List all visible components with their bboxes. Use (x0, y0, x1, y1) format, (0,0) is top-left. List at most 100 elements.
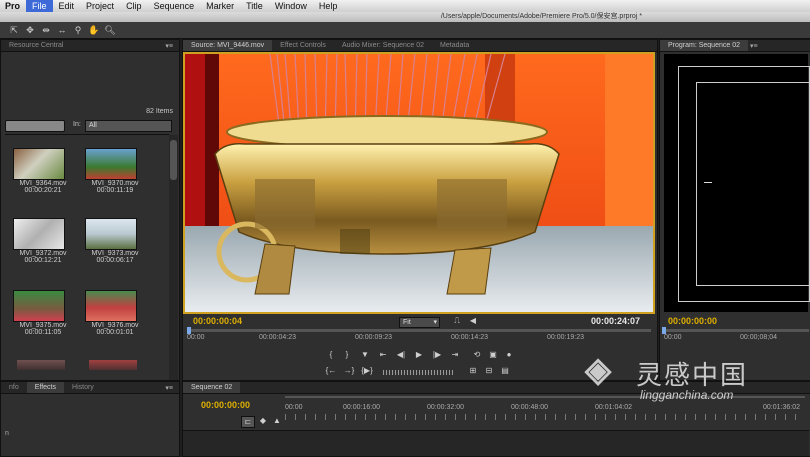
menu-marker[interactable]: Marker (200, 1, 240, 11)
menu-clip[interactable]: Clip (120, 1, 148, 11)
effects-panel: nfo Effects History ▾≡ n (0, 381, 180, 457)
clip-name: MVI_9376.mov (91, 322, 139, 329)
clip-thumbnail (17, 360, 65, 370)
tab-history[interactable]: History (64, 382, 102, 393)
menu-file[interactable]: File (26, 0, 53, 12)
panel-menu-icon[interactable]: ▾≡ (165, 384, 173, 392)
set-marker-icon[interactable]: ▼ (359, 350, 371, 360)
menu-help[interactable]: Help (313, 1, 344, 11)
selection-tool-icon[interactable]: ⇱ (8, 24, 20, 36)
source-playhead[interactable] (187, 327, 191, 334)
timeline-ruler-4: 00:01:04:02 (595, 404, 632, 411)
audio-icon[interactable]: ◀︎ (467, 316, 479, 326)
tab-resource-central[interactable]: Resource Central (1, 40, 71, 51)
panel-menu-icon[interactable]: ▾≡ (165, 42, 173, 50)
menu-window[interactable]: Window (269, 1, 313, 11)
source-ruler-3: 00:00:14:23 (451, 334, 488, 341)
app-menu[interactable]: Pro (0, 1, 26, 11)
track-select-icon[interactable]: ✥ (24, 24, 36, 36)
snap-icon[interactable]: ⊏ (241, 416, 255, 428)
go-to-in-icon[interactable]: ⇤ (377, 350, 389, 360)
program-scrub-bar[interactable] (662, 329, 809, 332)
insert-icon[interactable]: ⊞ (467, 366, 479, 376)
add-marker-icon[interactable]: ◆ (257, 416, 269, 426)
menu-title[interactable]: Title (240, 1, 269, 11)
clip-item[interactable]: MVI_9372.mov 00:00:12:21 (13, 218, 73, 264)
hand-icon[interactable]: ✋ (88, 24, 100, 36)
menu-bar: Pro File Edit Project Clip Sequence Mark… (0, 0, 810, 12)
mark-out-icon[interactable]: } (341, 350, 353, 360)
watermark-url: lingganchina.com (640, 388, 734, 402)
center-cross (704, 182, 712, 183)
play-in-to-out-icon[interactable]: {▶} (361, 366, 373, 376)
clip-duration: 00:00:20:21 (24, 187, 62, 194)
window-title-bar: /Users/apple/Documents/Adobe/Premiere Pr… (0, 12, 810, 22)
tab-effects[interactable]: Effects (26, 382, 65, 393)
clip-thumbnail (85, 218, 137, 250)
marker-icon[interactable]: ⎍ (451, 316, 463, 326)
menu-edit[interactable]: Edit (53, 1, 81, 11)
jog-shuttle[interactable] (383, 370, 453, 375)
timeline-ruler-1: 00:00:16:00 (343, 404, 380, 411)
play-icon[interactable]: ▶ (413, 350, 425, 360)
clip-item[interactable]: MVI_9376.mov 00:00:01:01 (85, 290, 145, 336)
source-current-time[interactable]: 00:00:00:04 (193, 316, 242, 326)
step-forward-icon[interactable]: |▶ (431, 350, 443, 360)
source-ruler-4: 00:00:19:23 (547, 334, 584, 341)
zoom-icon[interactable]: 🔍︎ (104, 24, 116, 36)
source-scrub-bar[interactable] (187, 329, 651, 332)
tab-sequence-02[interactable]: Sequence 02 (183, 382, 241, 393)
output-icon[interactable]: ● (503, 350, 515, 360)
clip-thumbnail (89, 360, 137, 370)
mark-in-icon[interactable]: { (325, 350, 337, 360)
tools-bar: ⇱ ✥ ⇹ ↔ ⚲ ✋ 🔍︎ (0, 22, 810, 39)
export-frame-icon[interactable]: ▤ (499, 366, 511, 376)
panel-menu-icon[interactable]: ▾≡ (750, 42, 758, 50)
fit-select[interactable]: Fit ▾ (399, 317, 440, 328)
clip-item[interactable]: MVI_9364.mov 00:00:20:21 (13, 148, 73, 194)
tab-source[interactable]: Source: MVI_9446.mov (183, 40, 273, 51)
clip-item[interactable]: MVI_9370.mov 00:00:11:19 (85, 148, 145, 194)
tab-program[interactable]: Program: Sequence 02 (660, 40, 748, 51)
menu-project[interactable]: Project (80, 1, 120, 11)
set-encore-marker-icon[interactable]: ▲ (271, 416, 283, 426)
search-input[interactable] (5, 120, 65, 132)
clip-thumbnail (85, 148, 137, 180)
source-ruler-2: 00:00:09:23 (355, 334, 392, 341)
source-ruler-0: 00:00 (187, 334, 205, 341)
tab-info[interactable]: nfo (1, 382, 27, 393)
clip-duration: 00:00:12:21 (24, 257, 62, 264)
step-back-icon[interactable]: ◀| (395, 350, 407, 360)
loop-icon[interactable]: ⟲ (471, 350, 483, 360)
timeline-ruler-2: 00:00:32:00 (427, 404, 464, 411)
go-to-prev-marker-icon[interactable]: {← (325, 366, 337, 376)
program-monitor: Program: Sequence 02 ▾≡ 00:00:00:00 00:0… (659, 39, 810, 381)
timeline-ruler-3: 00:00:48:00 (511, 404, 548, 411)
tab-audio-mixer[interactable]: Audio Mixer: Sequence 02 (334, 40, 432, 51)
tab-effect-controls[interactable]: Effect Controls (272, 40, 334, 51)
ripple-edit-icon[interactable]: ⇹ (40, 24, 52, 36)
go-to-out-icon[interactable]: ⇥ (449, 350, 461, 360)
source-video-frame[interactable] (183, 52, 655, 314)
timeline-ruler-0: 00:00 (285, 404, 303, 411)
program-current-time[interactable]: 00:00:00:00 (668, 316, 717, 326)
rolling-edit-icon[interactable]: ↔ (56, 24, 68, 36)
razor-icon[interactable]: ⚲ (72, 24, 84, 36)
project-panel-tabs: Resource Central ▾≡ (1, 40, 179, 52)
program-video-frame[interactable] (664, 54, 810, 312)
project-panel: Resource Central ▾≡ 82 Items In: All MVI… (0, 39, 180, 381)
program-monitor-tabs: Program: Sequence 02 ▾≡ (660, 40, 810, 52)
overlay-icon[interactable]: ⊟ (483, 366, 495, 376)
safe-margins-icon[interactable]: ▣ (487, 350, 499, 360)
timeline-current-time[interactable]: 00:00:00:00 (201, 400, 250, 410)
timeline-tracks[interactable] (183, 430, 809, 456)
in-select[interactable]: All (85, 120, 172, 132)
tab-metadata[interactable]: Metadata (432, 40, 477, 51)
clip-thumbnail (85, 290, 137, 322)
clip-item[interactable]: MVI_9375.mov 00:00:11:05 (13, 290, 73, 336)
scrollbar-thumb[interactable] (170, 140, 177, 180)
clip-item[interactable]: MVI_9373.mov 00:00:06:17 (85, 218, 145, 264)
program-playhead[interactable] (662, 327, 666, 334)
menu-sequence[interactable]: Sequence (148, 1, 201, 11)
go-to-next-marker-icon[interactable]: →} (343, 366, 355, 376)
